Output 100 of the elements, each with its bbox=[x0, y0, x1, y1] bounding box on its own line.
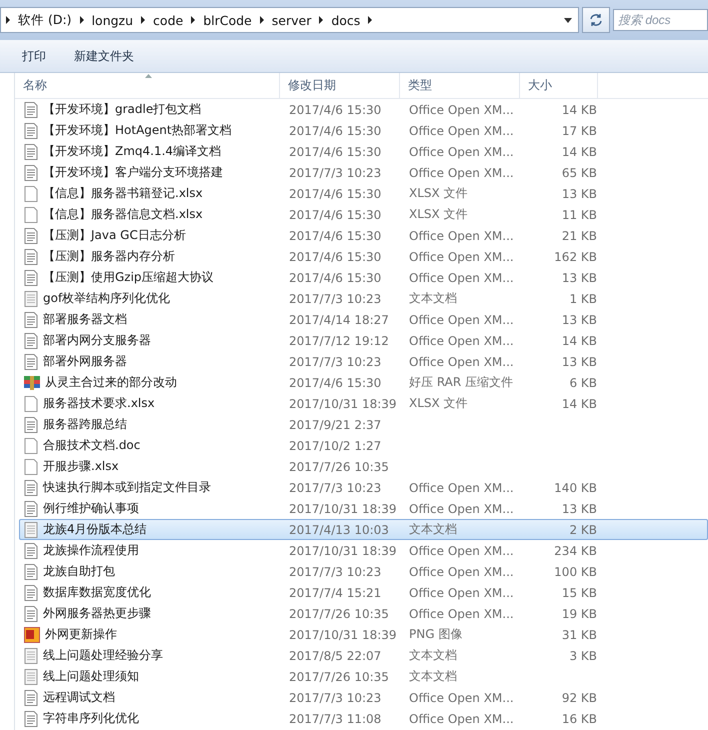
file-name: 远程调试文档 bbox=[43, 689, 115, 706]
column-header[interactable]: 大小 bbox=[520, 73, 598, 98]
file-name: 字符串序列化优化 bbox=[43, 710, 139, 727]
refresh-button[interactable] bbox=[582, 7, 610, 33]
type-cell-text: Office Open XM... bbox=[408, 606, 515, 620]
file-row[interactable]: 【开发环境】HotAgent热部署文档 2017/4/6 15:30 Office Open XM... 17 KB bbox=[19, 120, 708, 141]
file-name: 【压测】使用Gzip压缩超大协议 bbox=[43, 269, 214, 286]
date-cell-text: 2017/4/6 15:30 bbox=[288, 144, 382, 158]
size-cell-text: 13 KB bbox=[560, 502, 598, 516]
document-icon bbox=[24, 354, 38, 370]
file-row[interactable]: 开服步骤.xlsx 2017/7/26 10:35 bbox=[19, 456, 708, 477]
file-row[interactable]: 【压测】服务器内存分析 2017/4/6 15:30 Office Open XM... 162 KB bbox=[19, 246, 708, 267]
type-cell-text: Office Open XM... bbox=[408, 480, 515, 494]
file-row[interactable]: 部署服务器文档 2017/4/14 18:27 Office Open XM... 13 KB bbox=[19, 309, 708, 330]
toolbar-button[interactable]: 新建文件夹 bbox=[66, 44, 142, 68]
file-row[interactable]: 【压测】使用Gzip压缩超大协议 2017/4/6 15:30 Office Open XM... 13 KB bbox=[19, 267, 708, 288]
document-icon bbox=[24, 710, 38, 726]
document-icon bbox=[24, 312, 38, 328]
date-cell-text: 2017/10/31 18:39 bbox=[288, 396, 398, 410]
file-name: 例行维护确认事项 bbox=[43, 500, 139, 517]
text-file-icon bbox=[24, 290, 38, 306]
size-cell-text: 1 KB bbox=[568, 292, 598, 306]
file-row[interactable]: 线上问题处理经验分享 2017/8/5 22:07 文本文档 3 KB bbox=[19, 645, 708, 666]
chevron-icon[interactable] bbox=[190, 16, 196, 24]
image-file-icon bbox=[24, 626, 40, 642]
file-row[interactable]: 线上问题处理须知 2017/7/26 10:35 文本文档 bbox=[19, 666, 708, 687]
breadcrumb-item[interactable]: code bbox=[153, 12, 184, 28]
file-row[interactable]: 【信息】服务器信息文档.xlsx 2017/4/6 15:30 XLSX 文件 11 KB bbox=[19, 204, 708, 225]
dropdown-icon[interactable] bbox=[564, 18, 572, 22]
file-row[interactable]: 外网服务器热更步骤 2017/7/26 10:35 Office Open XM... 19 KB bbox=[19, 603, 708, 624]
date-cell-text: 2017/4/6 15:30 bbox=[288, 270, 382, 284]
address-bar[interactable]: 软件 (D:) longzu code blrCode server docs bbox=[0, 7, 579, 33]
text-file-icon bbox=[24, 668, 38, 684]
chevron-icon[interactable] bbox=[5, 16, 11, 24]
file-row[interactable]: 部署外网服务器 2017/7/3 10:23 Office Open XM... 13 KB bbox=[19, 351, 708, 372]
search-field[interactable]: 搜索 docs bbox=[613, 9, 708, 31]
breadcrumb-item[interactable]: docs bbox=[331, 12, 360, 28]
file-name: 服务器技术要求.xlsx bbox=[43, 395, 155, 412]
size-cell-text: 13 KB bbox=[560, 354, 598, 368]
file-row[interactable]: 服务器技术要求.xlsx 2017/10/31 18:39 XLSX 文件 14 KB bbox=[19, 393, 708, 414]
type-cell-text: 文本文档 bbox=[408, 668, 458, 685]
file-row[interactable]: 例行维护确认事项 2017/10/31 18:39 Office Open XM... 13 KB bbox=[19, 498, 708, 519]
file-row[interactable]: 龙族操作流程使用 2017/10/31 18:39 Office Open XM... 234 KB bbox=[19, 540, 708, 561]
type-cell-text: Office Open XM... bbox=[408, 102, 515, 116]
file-row[interactable]: 【开发环境】客户端分支环境搭建 2017/7/3 10:23 Office Open XM... 65 KB bbox=[19, 162, 708, 183]
breadcrumb-item[interactable]: blrCode bbox=[203, 12, 252, 28]
file-row[interactable]: 龙族4月份版本总结 2017/4/13 10:03 文本文档 2 KB bbox=[19, 519, 708, 540]
file-row[interactable]: 外网更新操作 2017/10/31 18:39 PNG 图像 31 KB bbox=[19, 624, 708, 645]
type-cell-text: Office Open XM... bbox=[408, 228, 515, 242]
file-name: 线上问题处理经验分享 bbox=[43, 647, 163, 664]
column-header[interactable]: 类型 bbox=[400, 73, 520, 98]
column-header[interactable]: 修改日期 bbox=[280, 73, 400, 98]
document-icon bbox=[24, 690, 38, 706]
size-cell-text: 65 KB bbox=[560, 166, 598, 180]
file-name: 【信息】服务器书籍登记.xlsx bbox=[43, 185, 203, 202]
file-name: 【开发环境】客户端分支环境搭建 bbox=[43, 164, 223, 181]
date-cell-text: 2017/10/31 18:39 bbox=[288, 502, 398, 516]
type-cell-text: XLSX 文件 bbox=[408, 395, 469, 412]
blank-file-icon bbox=[24, 186, 38, 202]
file-row[interactable]: 合服技术文档.doc 2017/10/2 1:27 bbox=[19, 435, 708, 456]
blank-file-icon bbox=[24, 438, 38, 454]
file-row[interactable]: 龙族自助打包 2017/7/3 10:23 Office Open XM... 100 KB bbox=[19, 561, 708, 582]
chevron-icon[interactable] bbox=[78, 16, 85, 24]
type-cell-text: Office Open XM... bbox=[408, 250, 515, 264]
size-cell-text: 11 KB bbox=[560, 208, 598, 222]
file-row[interactable]: 字符串序列化优化 2017/7/3 11:08 Office Open XM... 16 KB bbox=[19, 708, 708, 729]
breadcrumb-item[interactable]: 软件 (D:) bbox=[18, 12, 72, 28]
date-cell-text: 2017/7/4 15:21 bbox=[288, 586, 382, 600]
file-row[interactable]: 【压测】Java GC日志分析 2017/4/6 15:30 Office Open XM... 21 KB bbox=[19, 225, 708, 246]
file-name: 线上问题处理须知 bbox=[43, 668, 139, 685]
chevron-icon[interactable] bbox=[367, 16, 374, 24]
breadcrumb-item[interactable]: server bbox=[272, 12, 312, 28]
file-name: 【信息】服务器信息文档.xlsx bbox=[43, 206, 203, 223]
file-row[interactable]: 【信息】服务器书籍登记.xlsx 2017/4/6 15:30 XLSX 文件 13 KB bbox=[19, 183, 708, 204]
breadcrumb-item[interactable]: longzu bbox=[92, 12, 134, 28]
file-name: 龙族4月份版本总结 bbox=[43, 521, 147, 538]
file-name: 【开发环境】HotAgent热部署文档 bbox=[43, 122, 232, 139]
file-row[interactable]: 数据库数据宽度优化 2017/7/4 15:21 Office Open XM... 15 KB bbox=[19, 582, 708, 603]
chevron-icon[interactable] bbox=[318, 16, 324, 24]
file-row[interactable]: 从灵主合过来的部分改动 2017/4/6 15:30 好压 RAR 压缩文件 6 KB bbox=[19, 372, 708, 393]
size-cell-text: 21 KB bbox=[560, 228, 598, 242]
type-cell-text: Office Open XM... bbox=[408, 544, 515, 558]
size-cell-text: 100 KB bbox=[553, 564, 598, 578]
blank-file-icon bbox=[24, 458, 38, 474]
file-row[interactable]: 【开发环境】gradle打包文档 2017/4/6 15:30 Office Open XM... 14 KB bbox=[19, 99, 708, 120]
size-cell-text: 16 KB bbox=[560, 712, 598, 726]
toolbar-button[interactable]: 打印 bbox=[14, 44, 54, 68]
date-cell-text: 2017/4/6 15:30 bbox=[288, 208, 382, 222]
type-cell-text: XLSX 文件 bbox=[408, 206, 469, 223]
file-row[interactable]: 远程调试文档 2017/7/3 10:23 Office Open XM... 92 KB bbox=[19, 687, 708, 708]
file-row[interactable]: 快速执行脚本或到指定文件目录 2017/7/3 10:23 Office Open XM... 140 KB bbox=[19, 477, 708, 498]
file-row[interactable]: 部署内网分支服务器 2017/7/12 19:12 Office Open XM... 14 KB bbox=[19, 330, 708, 351]
file-row[interactable]: gof枚举结构序列化优化 2017/7/3 10:23 文本文档 1 KB bbox=[19, 288, 708, 309]
document-icon bbox=[24, 164, 38, 180]
file-row[interactable]: 服务器跨服总结 2017/9/21 2:37 bbox=[19, 414, 708, 435]
size-cell-text: 19 KB bbox=[560, 606, 598, 620]
file-row[interactable]: 【开发环境】Zmq4.1.4编译文档 2017/4/6 15:30 Office Open XM... 14 KB bbox=[19, 141, 708, 162]
chevron-icon[interactable] bbox=[140, 16, 146, 24]
chevron-icon[interactable] bbox=[258, 16, 265, 24]
date-cell-text: 2017/9/21 2:37 bbox=[288, 418, 382, 432]
